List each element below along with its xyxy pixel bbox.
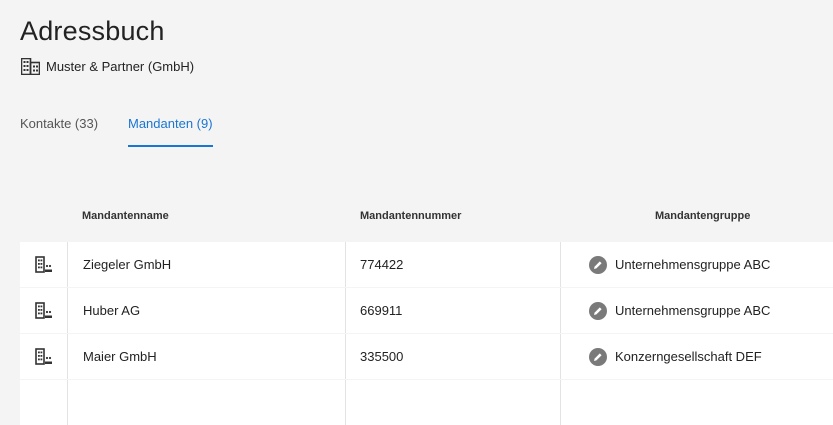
table-header: Mandantenname Mandantennummer Mandanteng…: [20, 196, 833, 236]
edit-icon[interactable]: [589, 255, 607, 274]
organization-name: Muster & Partner (GmbH): [46, 59, 195, 74]
client-number: [347, 380, 561, 425]
client-group: Unternehmensgruppe ABC: [562, 288, 833, 333]
client-building-icon: [20, 334, 68, 379]
client-name: [68, 380, 346, 425]
client-building-icon: [20, 380, 68, 425]
table-row[interactable]: Maier GmbH 335500 Konzerngesellschaft DE…: [20, 334, 833, 379]
organization-label: Muster & Partner (GmbH): [21, 58, 194, 75]
tab-kontakte[interactable]: Kontakte (33): [20, 100, 98, 145]
client-group: [562, 380, 833, 425]
client-name: Maier GmbH: [68, 334, 346, 379]
client-building-icon: [20, 242, 68, 287]
client-group-label: Unternehmensgruppe ABC: [615, 303, 771, 318]
edit-icon[interactable]: [589, 301, 607, 320]
client-group: Konzerngesellschaft DEF: [562, 334, 833, 379]
client-group-label: Unternehmensgruppe ABC: [615, 257, 771, 272]
client-name: Ziegeler GmbH: [68, 242, 346, 287]
column-header-mandantenname[interactable]: Mandantenname: [82, 210, 169, 222]
table-row[interactable]: Huber AG 669911 Unternehmensgruppe ABC: [20, 288, 833, 333]
table-row[interactable]: Ziegeler GmbH 774422 Unternehmensgruppe …: [20, 242, 833, 287]
client-number: 774422: [347, 242, 561, 287]
client-building-icon: [20, 288, 68, 333]
edit-icon[interactable]: [589, 347, 607, 366]
column-header-mandantengruppe[interactable]: Mandantengruppe: [655, 210, 750, 222]
client-group: Unternehmensgruppe ABC: [562, 242, 833, 287]
page-title: Adressbuch: [20, 16, 165, 46]
column-header-mandantennummer[interactable]: Mandantennummer: [360, 210, 461, 222]
building-icon: [21, 58, 40, 75]
table-row[interactable]: [20, 380, 833, 425]
client-name: Huber AG: [68, 288, 346, 333]
client-group-label: Konzerngesellschaft DEF: [615, 349, 762, 364]
client-number: 669911: [347, 288, 561, 333]
tab-mandanten[interactable]: Mandanten (9): [128, 100, 213, 147]
client-number: 335500: [347, 334, 561, 379]
